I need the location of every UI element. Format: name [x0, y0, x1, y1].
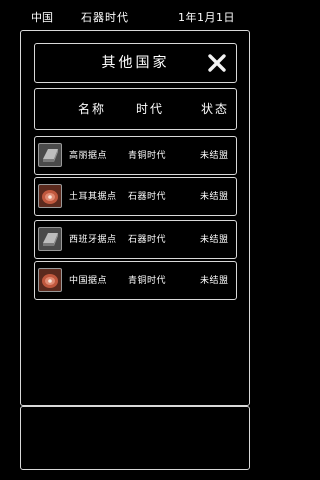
player-era: 石器时代 [81, 11, 129, 24]
country-status: 未结盟 [200, 192, 229, 202]
close-icon [208, 54, 226, 72]
country-name: 高丽据点 [69, 151, 108, 161]
column-header-era: 时代 [136, 102, 165, 116]
country-name: 土耳其据点 [69, 192, 117, 202]
country-row[interactable]: 土耳其据点 石器时代 未结盟 [34, 177, 237, 216]
meat-icon [38, 184, 62, 208]
country-era: 青铜时代 [128, 276, 167, 286]
other-countries-panel [20, 30, 250, 406]
country-era: 青铜时代 [128, 151, 167, 161]
column-header-name: 名称 [78, 102, 107, 116]
country-status: 未结盟 [200, 276, 229, 286]
country-era: 石器时代 [128, 235, 167, 245]
country-row[interactable]: 中国据点 青铜时代 未结盟 [34, 261, 237, 300]
bottom-panel [20, 406, 250, 470]
game-date: 1年1月1日 [178, 11, 235, 24]
country-row[interactable]: 高丽据点 青铜时代 未结盟 [34, 136, 237, 175]
column-headers: 名称 时代 状态 [34, 88, 237, 130]
dialog-header: 其他国家 [34, 43, 237, 83]
country-row[interactable]: 西班牙据点 石器时代 未结盟 [34, 220, 237, 259]
country-era: 石器时代 [128, 192, 167, 202]
country-status: 未结盟 [200, 235, 229, 245]
iron-ingot-icon [38, 143, 62, 167]
close-button[interactable] [207, 53, 227, 73]
iron-ingot-icon [38, 227, 62, 251]
column-header-status: 状态 [201, 102, 230, 116]
dialog-title: 其他国家 [101, 55, 170, 71]
country-name: 中国据点 [69, 276, 108, 286]
country-name: 西班牙据点 [69, 235, 117, 245]
player-country: 中国 [31, 11, 53, 24]
meat-icon [38, 268, 62, 292]
country-status: 未结盟 [200, 151, 229, 161]
